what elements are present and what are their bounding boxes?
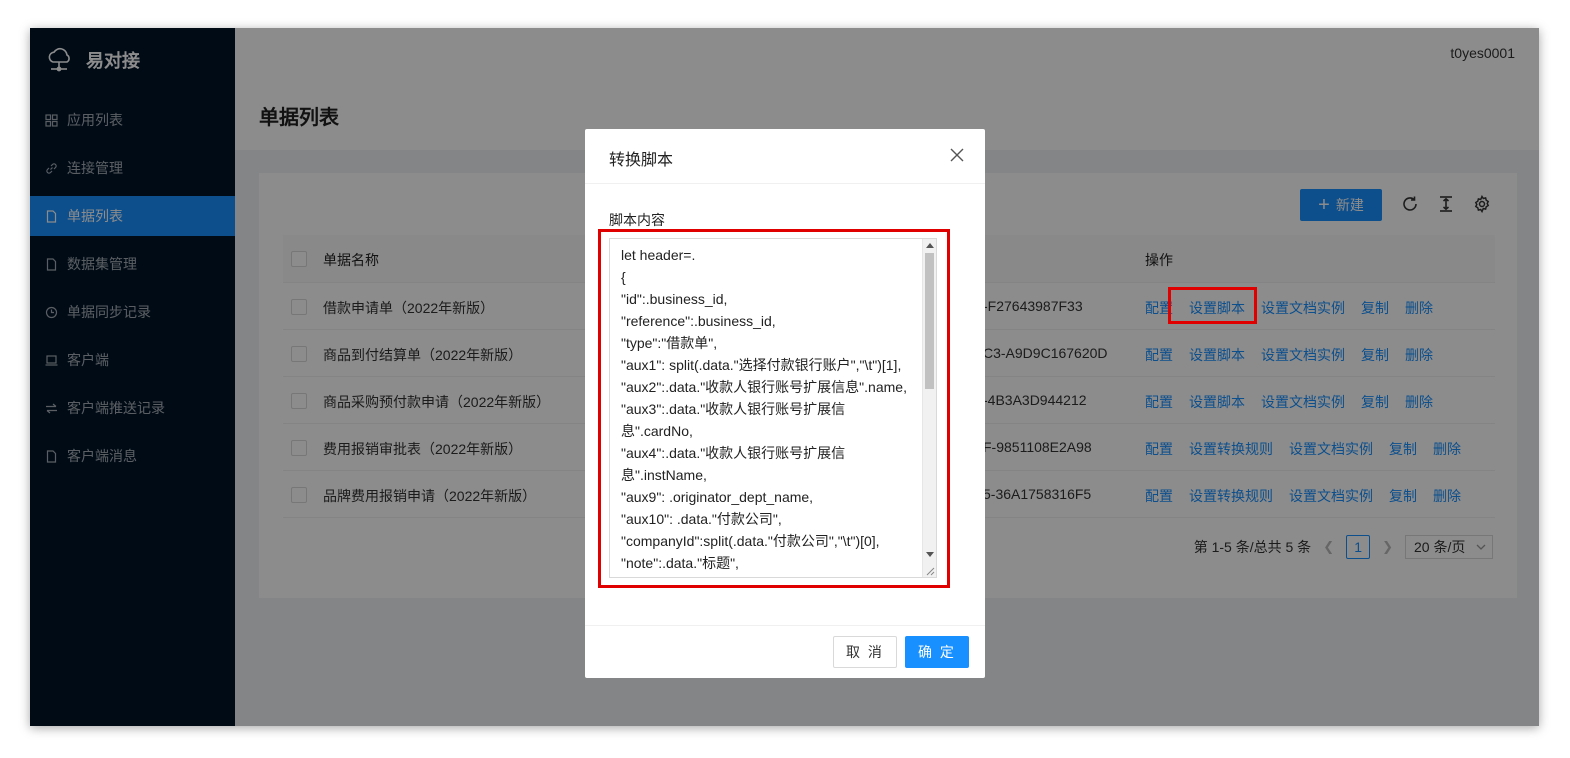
script-highlight-box	[598, 229, 950, 588]
modal-header: 转换脚本	[585, 129, 985, 184]
close-icon[interactable]	[949, 147, 965, 163]
set-script-highlight-box	[1168, 287, 1257, 324]
modal-footer: 取 消 确 定	[585, 625, 985, 678]
modal-title: 转换脚本	[609, 152, 674, 169]
cancel-button[interactable]: 取 消	[833, 636, 897, 668]
app-window: 易对接 应用列表 连接管理 单据列表 数据集管理 单据同步记录 客户端 客户端推送记录 客户端…	[30, 28, 1539, 726]
ok-button[interactable]: 确 定	[905, 636, 969, 668]
script-field-label: 脚本内容	[609, 212, 665, 228]
